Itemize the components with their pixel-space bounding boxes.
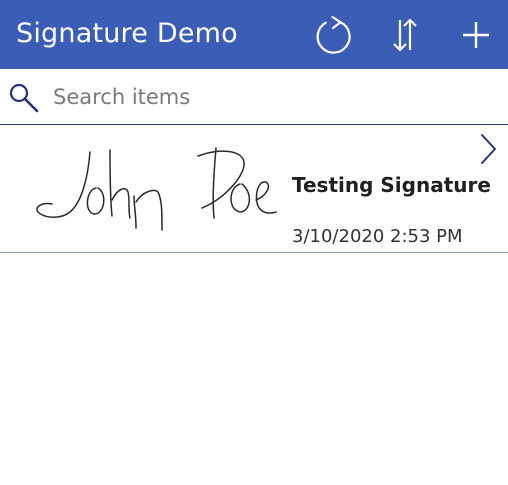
search-icon bbox=[7, 81, 41, 115]
add-icon bbox=[463, 22, 489, 48]
refresh-icon bbox=[316, 15, 351, 54]
add-button[interactable] bbox=[453, 12, 499, 58]
app-title: Signature Demo bbox=[16, 18, 238, 49]
list-item[interactable]: Testing Signature 3/10/2020 2:53 PM bbox=[0, 126, 508, 253]
refresh-button[interactable] bbox=[311, 12, 357, 58]
app-window: Signature Demo Search items Testing Sign… bbox=[0, 0, 508, 485]
signature-image bbox=[30, 142, 278, 242]
chevron-right-icon[interactable] bbox=[476, 132, 500, 166]
search-bar bbox=[0, 69, 508, 125]
item-title: Testing Signature bbox=[292, 173, 491, 197]
item-date: 3/10/2020 2:53 PM bbox=[292, 226, 463, 247]
sort-icon bbox=[393, 18, 417, 52]
sort-button[interactable] bbox=[382, 12, 428, 58]
title-bar: Signature Demo bbox=[0, 0, 508, 69]
search-input[interactable] bbox=[50, 78, 496, 116]
